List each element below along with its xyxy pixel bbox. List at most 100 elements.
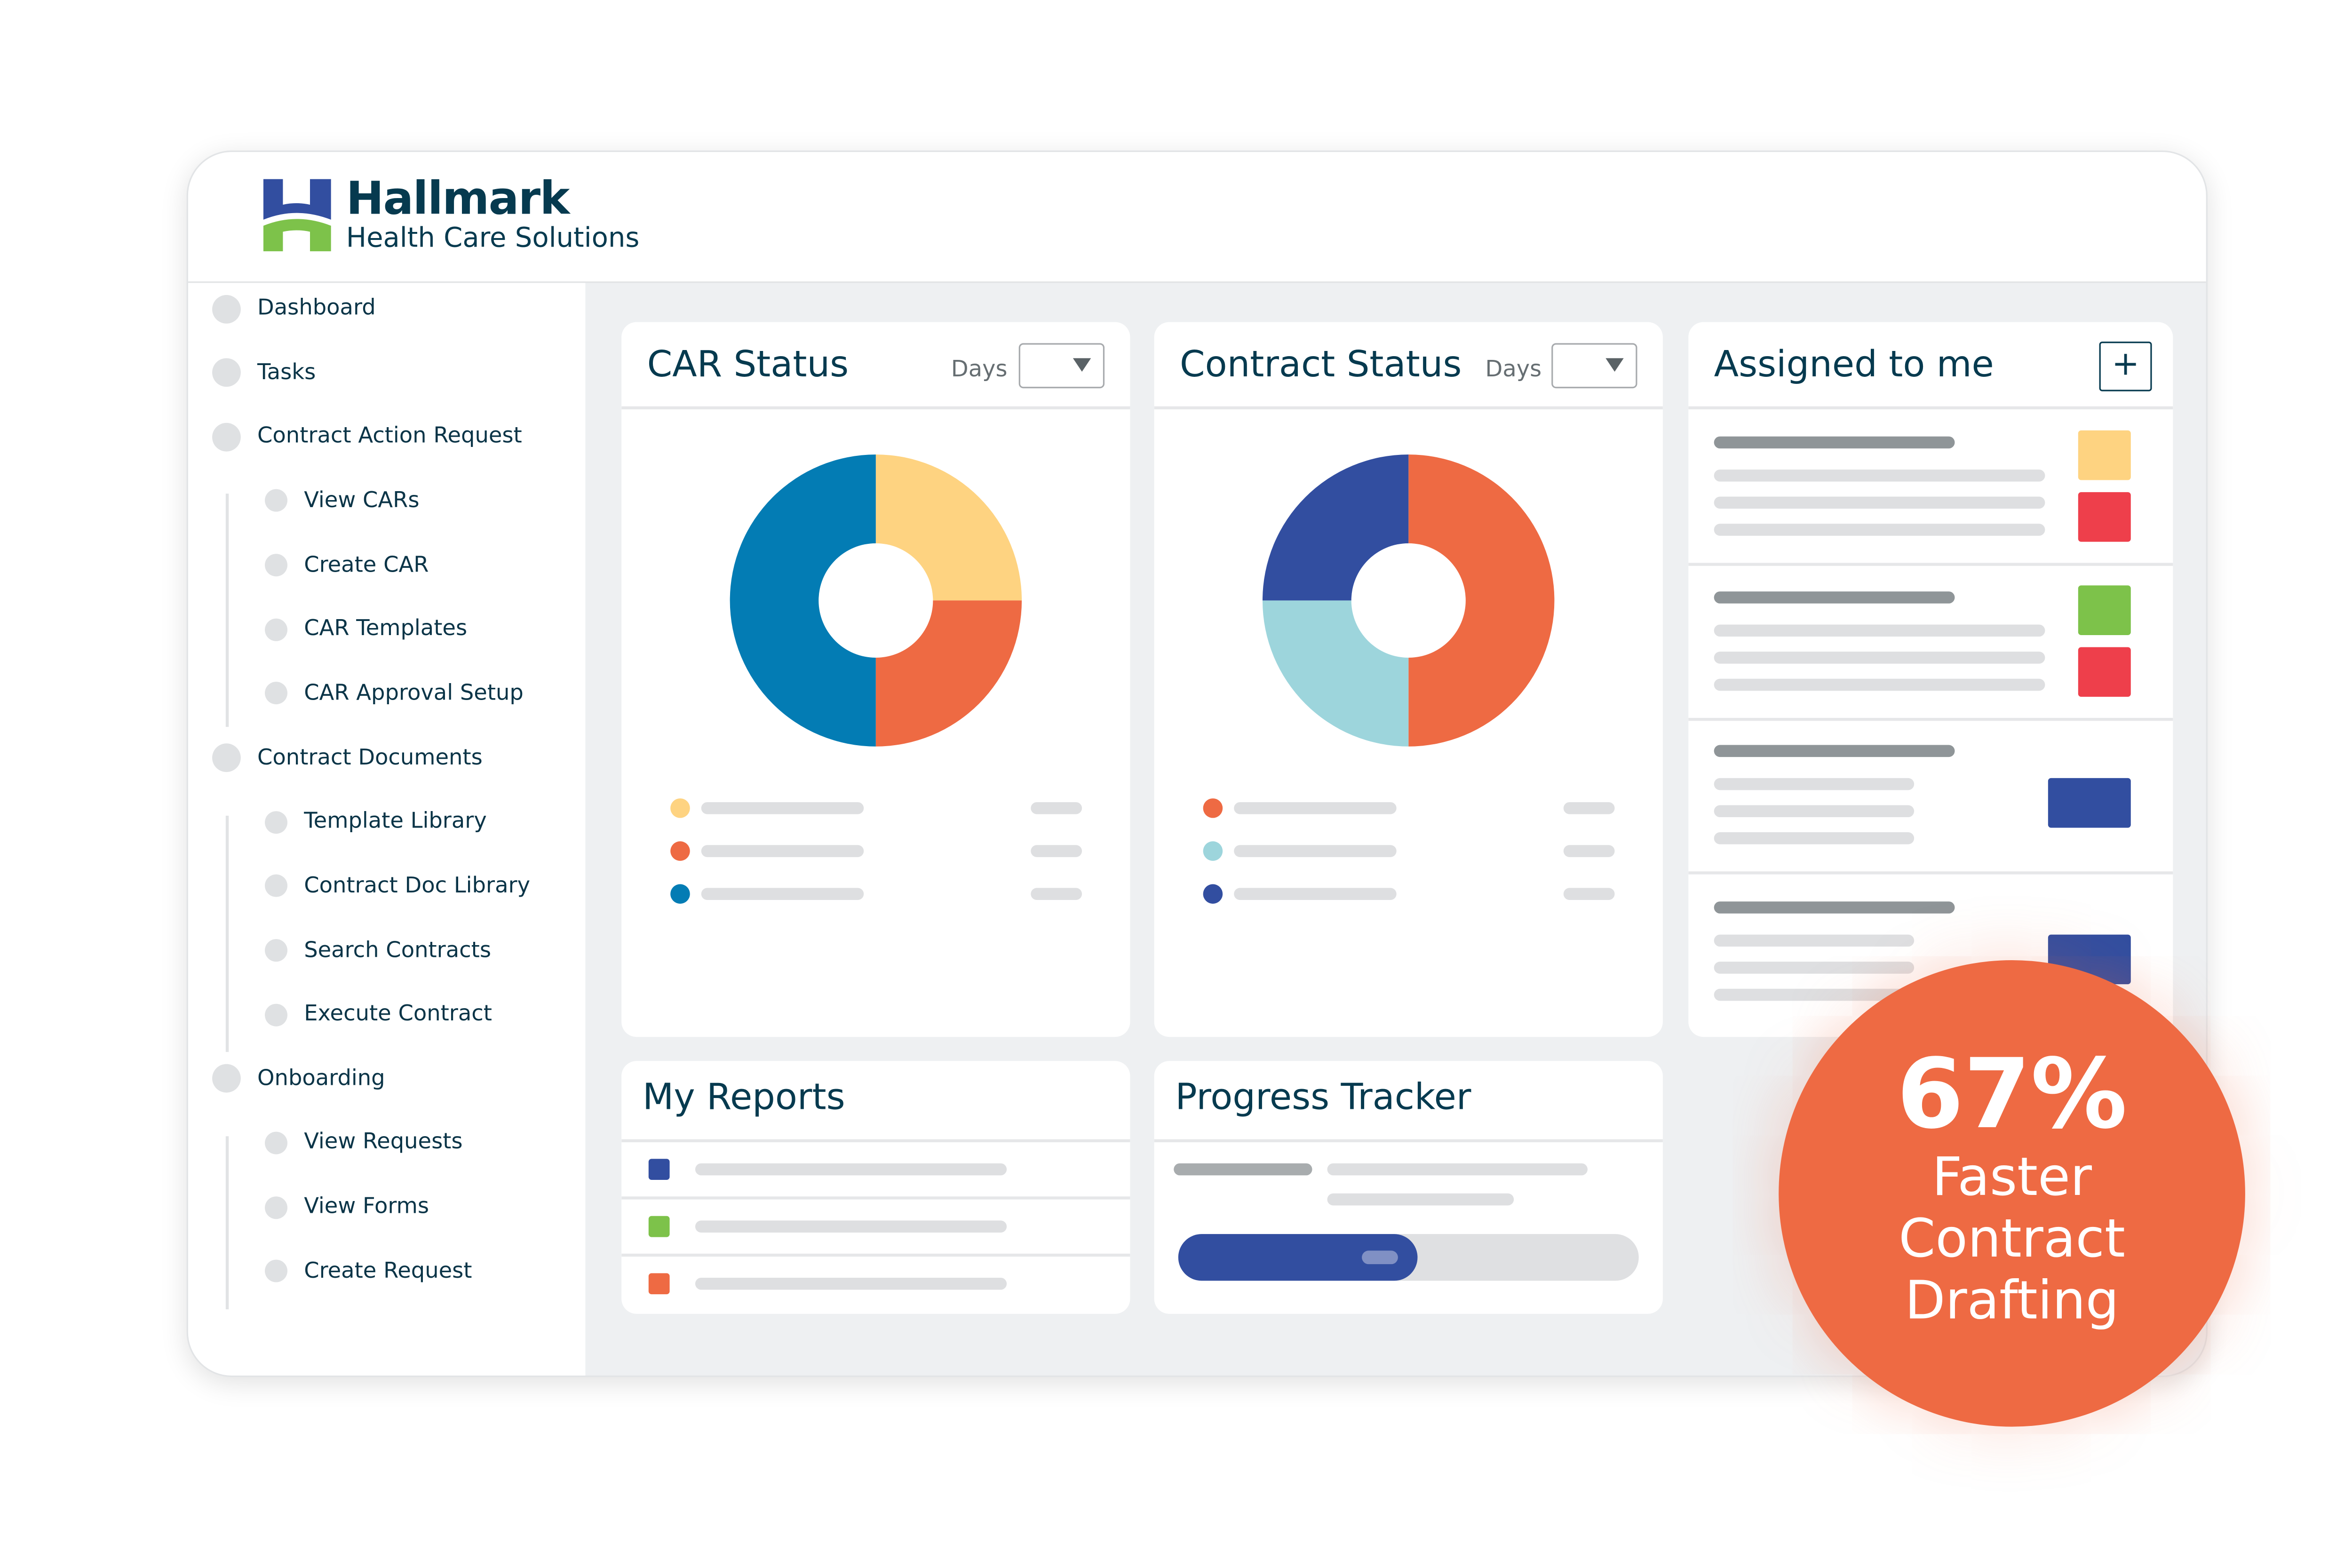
sidebar-item-label: Template Library [304, 810, 487, 834]
progress-handle[interactable] [1362, 1250, 1398, 1265]
sidebar-item[interactable]: Create CAR [265, 547, 429, 583]
bullet-icon [212, 294, 241, 323]
bullet-icon [265, 875, 288, 898]
tag-swatch [2078, 430, 2131, 480]
sidebar-item-label: Dashboard [257, 296, 376, 321]
contract-status-donut-chart [1203, 454, 1615, 904]
bullet-icon [212, 743, 241, 772]
placeholder-line [1714, 591, 1955, 604]
bullet-icon [265, 939, 288, 962]
placeholder-line [695, 1220, 1007, 1233]
sidebar-item[interactable]: View Requests [265, 1125, 463, 1161]
donut-slice [875, 600, 1022, 747]
report-color-icon [648, 1216, 670, 1237]
sidebar-item[interactable]: Tasks [212, 355, 316, 391]
placeholder-line [1714, 745, 1955, 757]
legend-placeholder [1563, 888, 1615, 900]
tag-swatch [2078, 585, 2131, 635]
legend-dot [670, 841, 690, 861]
sidebar-item-label: Contract Doc Library [304, 874, 531, 899]
placeholder-line [1714, 496, 2045, 509]
assigned-to-me-panel: Assigned to me + [1688, 322, 2173, 1037]
placeholder-line [695, 1277, 1007, 1290]
progress-fill [1178, 1234, 1418, 1281]
car-status-donut-chart [670, 454, 1082, 904]
legend-placeholder [1234, 845, 1397, 857]
legend-dot [670, 884, 690, 904]
legend-dot [1203, 798, 1223, 818]
faster-drafting-badge: 67% Faster Contract Drafting [1779, 960, 2245, 1427]
sidebar-item[interactable]: Execute Contract [265, 996, 492, 1033]
placeholder-line [1714, 962, 1915, 974]
donut-slice [1408, 454, 1555, 747]
tag-swatch [2078, 492, 2131, 542]
badge-value: 67% [1897, 1040, 2128, 1152]
divider [1688, 871, 2173, 875]
sidebar-item[interactable]: CAR Approval Setup [265, 676, 524, 712]
bullet-icon [265, 490, 288, 513]
divider [1688, 717, 2173, 721]
sidebar-item[interactable]: Search Contracts [265, 932, 491, 969]
header: Hallmark Health Care Solutions [188, 152, 2206, 283]
sidebar: Dashboard Tasks Contract Action Request Vie… [188, 283, 586, 1376]
bullet-icon [265, 1131, 288, 1154]
sidebar-item[interactable]: Contract Action Request [212, 419, 522, 455]
placeholder-line [1327, 1163, 1588, 1176]
legend-dot [1203, 841, 1223, 861]
sidebar-item-label: View CARs [304, 489, 420, 513]
bullet-icon [265, 554, 288, 577]
badge-line: Contract [1899, 1210, 2125, 1270]
divider [621, 1196, 1130, 1200]
progress-tracker-panel: Progress Tracker [1154, 1061, 1663, 1314]
legend-placeholder [701, 888, 864, 900]
sidebar-item[interactable]: Contract Doc Library [265, 868, 530, 904]
placeholder-line [695, 1163, 1007, 1176]
sidebar-item[interactable]: Onboarding [212, 1061, 385, 1097]
car-status-panel: CAR Status Days [621, 322, 1130, 1037]
placeholder-line [1714, 470, 2045, 482]
my-reports-panel: My Reports [621, 1061, 1130, 1314]
divider [225, 1136, 229, 1310]
placeholder-line [1714, 805, 1915, 818]
panel-title: Progress Tracker [1175, 1076, 1471, 1118]
bullet-icon [212, 422, 241, 452]
legend-placeholder [1563, 802, 1615, 814]
placeholder-line [1714, 678, 2045, 691]
plus-icon[interactable]: + [2099, 342, 2152, 391]
sidebar-item-label: Execute Contract [304, 1002, 493, 1027]
report-color-icon [648, 1159, 670, 1180]
bullet-icon [265, 618, 288, 641]
sidebar-item-label: Onboarding [257, 1067, 385, 1091]
placeholder-line [1714, 436, 1955, 449]
legend-dot [1203, 884, 1223, 904]
contract-status-panel: Contract Status Days [1154, 322, 1663, 1037]
placeholder-line [1327, 1193, 1514, 1206]
sidebar-item[interactable]: Create Request [265, 1253, 472, 1289]
sidebar-item-label: CAR Approval Setup [304, 681, 524, 706]
legend-placeholder [1234, 888, 1397, 900]
sidebar-item[interactable]: CAR Templates [265, 612, 467, 648]
donut-slice [1262, 454, 1409, 601]
legend-placeholder [1031, 802, 1082, 814]
sidebar-item[interactable]: View CARs [265, 483, 420, 519]
legend-placeholder [1563, 845, 1615, 857]
legend-placeholder [701, 802, 864, 814]
sidebar-item[interactable]: Contract Documents [212, 740, 483, 776]
progress-bar [1178, 1234, 1639, 1281]
divider [1688, 563, 2173, 566]
sidebar-item-label: Tasks [257, 360, 316, 385]
bullet-icon [212, 1064, 241, 1093]
report-color-icon [648, 1273, 670, 1295]
panel-title: Assigned to me [1714, 343, 1994, 385]
legend-placeholder [701, 845, 864, 857]
bullet-icon [212, 358, 241, 387]
divider [225, 815, 229, 1052]
legend-placeholder [1031, 888, 1082, 900]
brand-tagline: Health Care Solutions [346, 223, 640, 255]
sidebar-item[interactable]: Dashboard [212, 290, 376, 326]
legend-dot [670, 798, 690, 818]
sidebar-item[interactable]: View Forms [265, 1189, 429, 1226]
sidebar-item-label: Create CAR [304, 553, 429, 578]
donut-slice [1262, 600, 1409, 747]
sidebar-item[interactable]: Template Library [265, 804, 487, 840]
